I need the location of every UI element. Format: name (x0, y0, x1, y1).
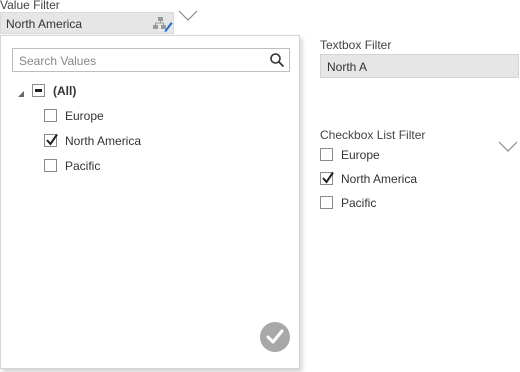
north-america-checkbox[interactable] (44, 133, 58, 147)
search-icon[interactable] (269, 52, 285, 68)
all-checkbox[interactable] (32, 84, 45, 97)
value-filter-select[interactable]: North America (0, 12, 174, 34)
hierarchy-edit-icon[interactable] (151, 16, 173, 32)
tree-item-north-america: North America (65, 134, 142, 148)
europe-checkbox[interactable] (44, 109, 57, 122)
checkbox-list-filter-label: Checkbox List Filter (320, 128, 426, 142)
cl-north-america-checkbox[interactable] (320, 171, 334, 185)
cl-europe-checkbox[interactable] (320, 148, 333, 161)
pacific-checkbox[interactable] (44, 159, 57, 172)
all-label: (All) (53, 84, 77, 98)
checkmark-icon (266, 329, 284, 344)
value-filter-popup (0, 35, 300, 369)
search-values-input[interactable]: Search Values (12, 48, 290, 72)
cl-item-north-america: North America (341, 172, 418, 186)
cl-item-pacific: Pacific (341, 196, 377, 210)
value-filter-selected-text: North America (6, 17, 83, 31)
value-filter-label: Value Filter (0, 0, 60, 12)
textbox-filter-input[interactable]: North A (320, 54, 519, 78)
checkbox-list-chevron-icon[interactable] (498, 141, 518, 153)
cl-pacific-checkbox[interactable] (320, 196, 333, 209)
cl-item-europe: Europe (341, 148, 380, 162)
value-filter-chevron-icon[interactable] (178, 10, 198, 22)
tree-collapse-triangle-icon[interactable] (16, 88, 26, 98)
textbox-filter-label: Textbox Filter (320, 38, 392, 52)
tree-item-europe: Europe (65, 109, 104, 123)
textbox-filter-value: North A (327, 60, 368, 74)
search-placeholder: Search Values (19, 54, 97, 68)
tree-item-pacific: Pacific (65, 159, 101, 173)
apply-checkmark-button[interactable] (260, 322, 290, 352)
